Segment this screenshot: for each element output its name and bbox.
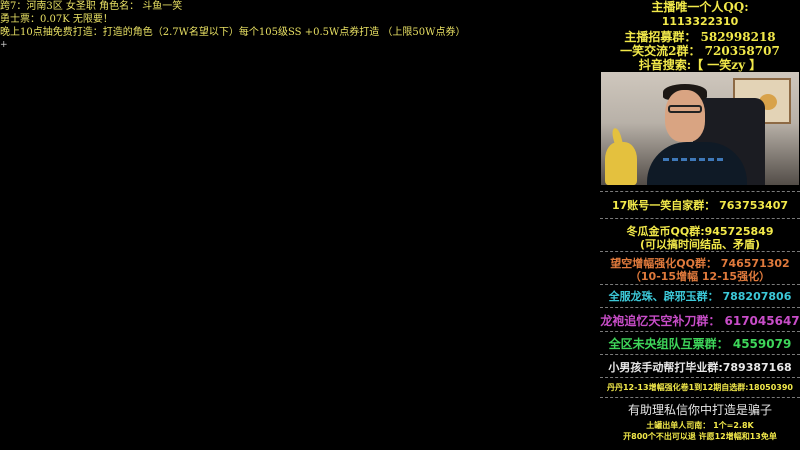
- qq-label: 主播唯一个人QQ:: [651, 0, 749, 14]
- qq-number: 1113322310: [661, 15, 739, 28]
- divider: [600, 218, 800, 219]
- group-wangkong-note: （10-15增幅 12-15强化）: [629, 270, 771, 283]
- douyin-search: 抖音搜索:【 一笑zy 】: [638, 58, 762, 72]
- divider: [600, 354, 800, 355]
- divider: [600, 307, 800, 308]
- cursor-mark: +: [0, 40, 8, 50]
- tuguan-price: 土罐出单人司南： 1个=2.8K: [646, 421, 754, 430]
- group-dongua-note: (可以搞时间结品、矛盾): [639, 238, 761, 251]
- warrior-ticket-line: 勇士票：0.07K 无限要！: [0, 14, 113, 25]
- divider: [600, 397, 800, 398]
- server-info-line: 跨7：河南3区 女圣职 角色名： 斗鱼一笑: [0, 1, 183, 12]
- recruit-group: 主播招募群： 582998218: [624, 30, 776, 44]
- divider: [600, 377, 800, 378]
- group-weiyang: 全区未央组队互票群： 4559079: [608, 337, 792, 351]
- free-crafting-line: 晚上10点抽免费打造：打造的角色（2.7W名望以下）每个105级SS +0.5W…: [0, 27, 466, 38]
- stream-info-overlay: 跨7：河南3区 女圣职 角色名： 斗鱼一笑 勇士票：0.07K 无限要！ 晚上1…: [0, 0, 590, 52]
- exchange-group: 一笑交流2群： 720358707: [620, 44, 780, 58]
- group-17-account: 17账号一笑自家群： 763753407: [611, 199, 789, 212]
- divider: [600, 251, 800, 252]
- tuguan-refund: 开800个不出可以退 许愿12增幅和13免单: [623, 432, 777, 441]
- group-dandan: 丹丹12-13增幅强化卷1到12期自选群:18050390: [606, 383, 793, 392]
- right-info-panel: 主播唯一个人QQ: 1113322310 主播招募群： 582998218 一笑…: [600, 0, 800, 450]
- group-xiaonanhai: 小男孩手动帮打毕业群:789387168: [608, 361, 792, 374]
- group-dragonball: 全服龙珠、辟邪玉群： 788207806: [608, 290, 792, 303]
- group-dragonrobe: 龙袍追忆天空补刀群： 617045647: [600, 314, 800, 328]
- divider: [600, 284, 800, 285]
- divider: [600, 191, 800, 192]
- divider: [600, 331, 800, 332]
- webcam-feed: [601, 72, 799, 185]
- scam-warning: 有助理私信你中打造是骗子: [627, 403, 772, 417]
